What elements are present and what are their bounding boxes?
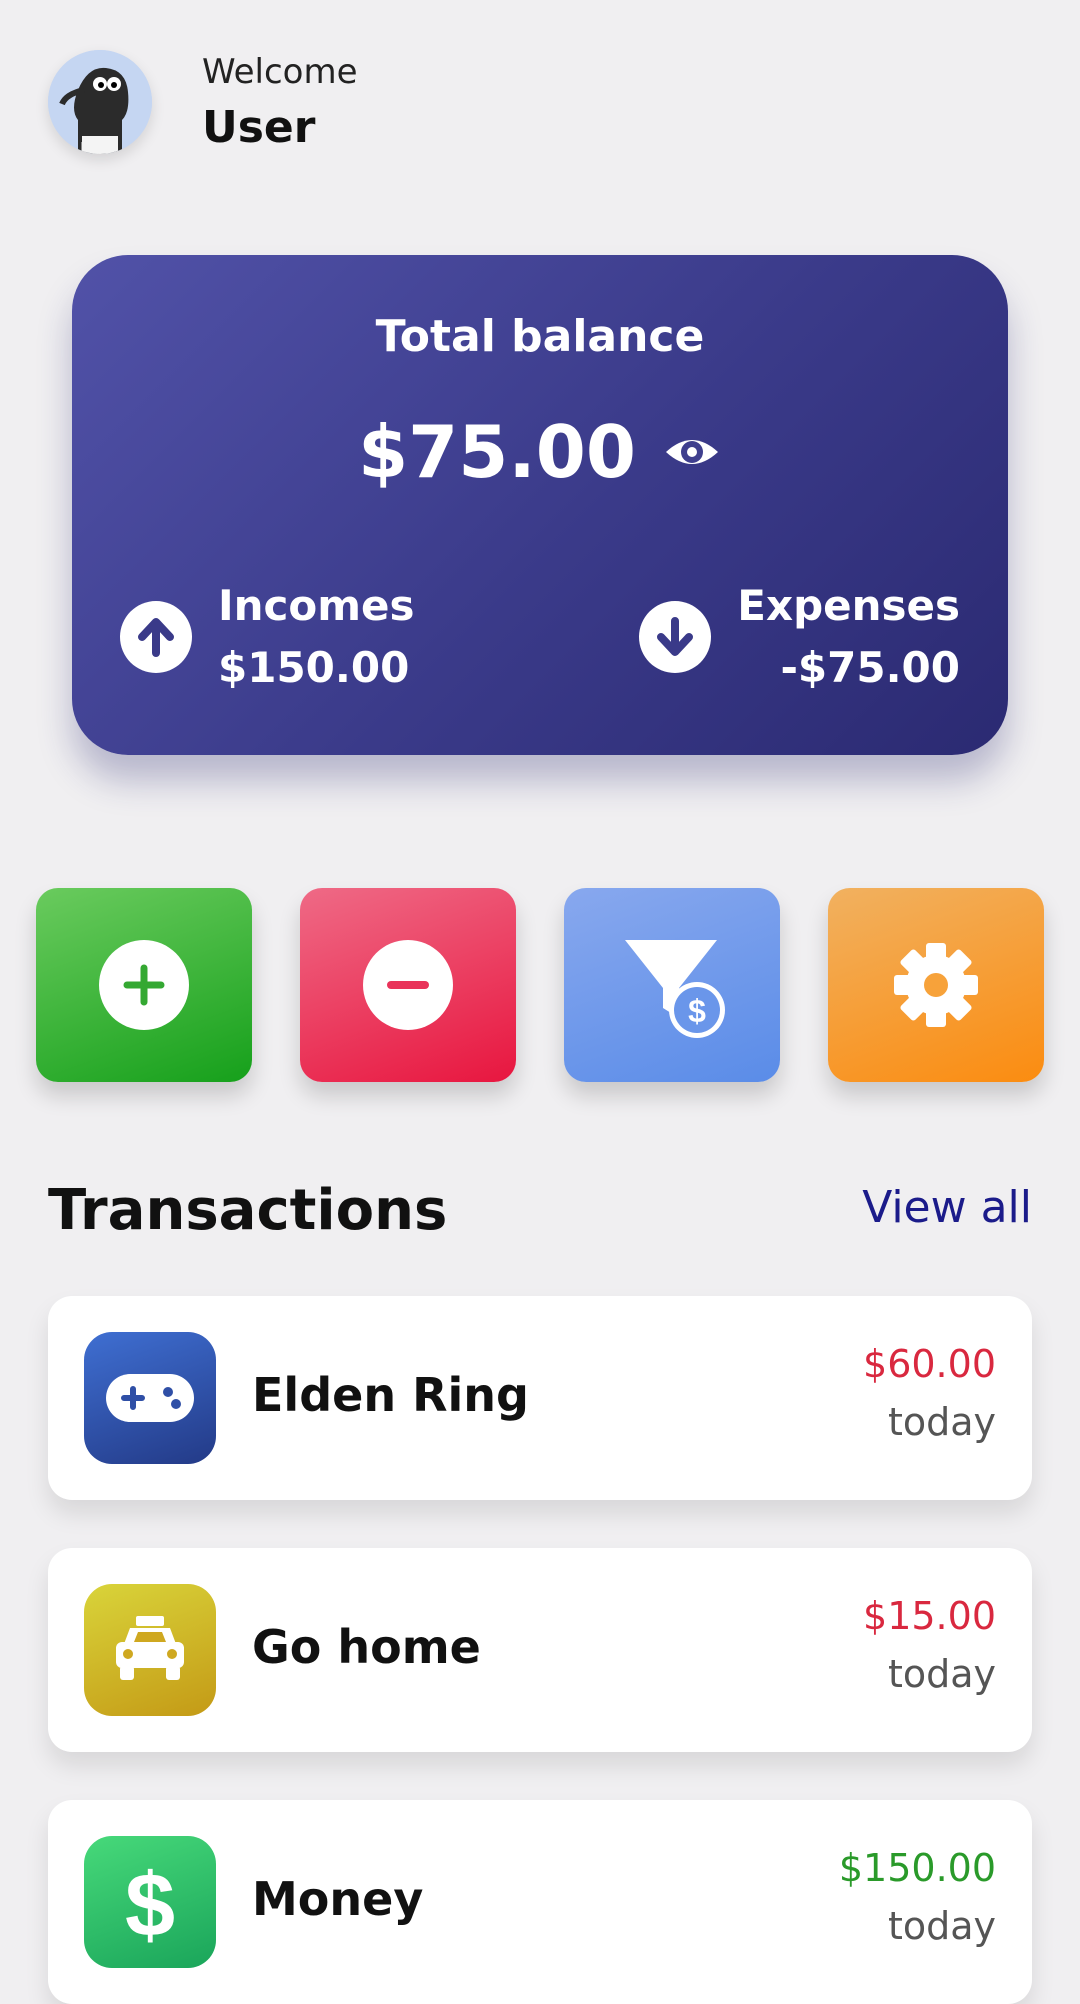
avatar-image <box>48 50 152 154</box>
incomes-summary: Incomes $150.00 <box>120 575 415 699</box>
balance-amount: $75.00 <box>358 410 636 494</box>
transaction-amount: $150.00 <box>838 1846 996 1890</box>
filter-dollar-icon: $ <box>625 940 725 1038</box>
transaction-date: today <box>887 1652 996 1696</box>
expenses-label: Expenses <box>737 581 960 630</box>
welcome-text: Welcome <box>202 52 358 92</box>
gamepad-icon <box>84 1332 216 1464</box>
settings-button[interactable] <box>828 888 1044 1082</box>
transaction-amount: $15.00 <box>863 1594 996 1638</box>
balance-title: Total balance <box>375 311 705 362</box>
username: User <box>202 102 316 153</box>
incomes-label: Incomes <box>218 581 415 630</box>
transaction-amount: $60.00 <box>863 1342 996 1386</box>
add-expense-button[interactable] <box>300 888 516 1082</box>
transaction-item-go-home[interactable]: Go home $15.00 today <box>48 1548 1032 1752</box>
plus-icon <box>99 940 189 1030</box>
expenses-value: -$75.00 <box>780 643 960 692</box>
balance-row: $75.00 <box>72 410 1008 494</box>
transactions-title: Transactions <box>48 1178 448 1243</box>
avatar[interactable] <box>48 50 152 154</box>
svg-text:$: $ <box>688 993 706 1029</box>
transaction-name: Go home <box>252 1620 481 1674</box>
incomes-value: $150.00 <box>218 643 410 692</box>
transaction-name: Money <box>252 1872 424 1926</box>
add-income-button[interactable] <box>36 888 252 1082</box>
svg-text:$: $ <box>125 1856 175 1952</box>
arrow-down-icon <box>639 601 712 673</box>
gear-icon <box>894 943 978 1027</box>
view-all-link[interactable]: View all <box>862 1182 1032 1233</box>
transaction-name: Elden Ring <box>252 1368 529 1422</box>
transaction-date: today <box>887 1904 996 1948</box>
arrow-up-icon <box>120 601 192 673</box>
transaction-item-elden-ring[interactable]: Elden Ring $60.00 today <box>48 1296 1032 1500</box>
expenses-summary: Expenses -$75.00 <box>639 575 960 699</box>
minus-icon <box>363 940 453 1030</box>
balance-card: Total balance $75.00 Incomes $150.00 Exp… <box>72 255 1008 755</box>
dollar-icon: $ <box>84 1836 216 1968</box>
transaction-date: today <box>887 1400 996 1444</box>
eye-icon[interactable] <box>662 422 722 482</box>
filter-button[interactable]: $ <box>564 888 780 1082</box>
transaction-item-money[interactable]: $ Money $150.00 today <box>48 1800 1032 2004</box>
taxi-icon <box>84 1584 216 1716</box>
